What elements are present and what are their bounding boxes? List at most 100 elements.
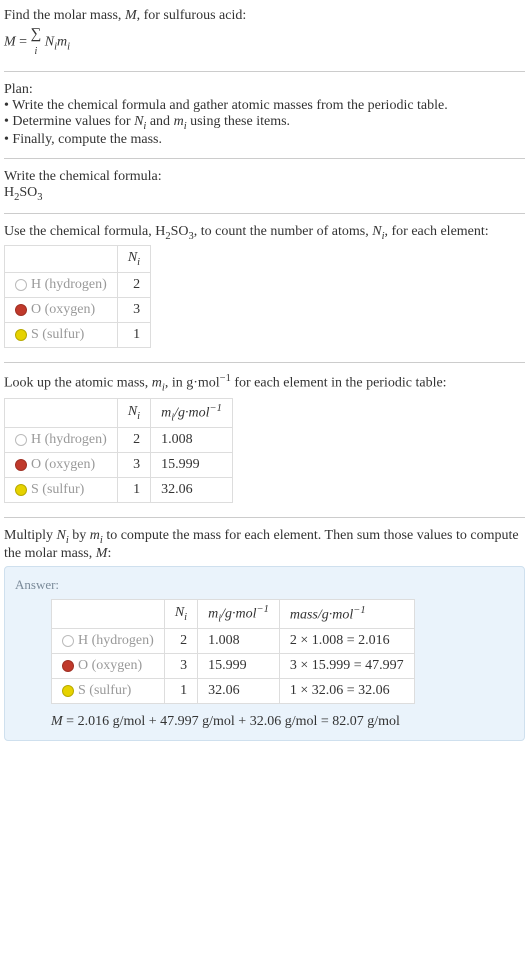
text: • Determine values for <box>4 114 134 129</box>
col-mass: mass/g·mol−1 <box>279 599 414 628</box>
mass-cell: 2 × 1.008 = 2.016 <box>279 629 414 654</box>
n-cell: 3 <box>164 654 197 679</box>
var-m: m <box>90 528 100 543</box>
t: −1 <box>210 403 222 414</box>
element-cell: O (oxygen) <box>5 453 118 478</box>
n-cell: 2 <box>117 273 150 298</box>
answer-inner: Ni mi/g·mol−1 mass/g·mol−1 H (hydrogen) … <box>15 599 514 730</box>
sigma-icon: ∑ <box>31 26 42 42</box>
sigma-sub: i <box>35 46 38 57</box>
formula-mi-sub: i <box>67 42 70 53</box>
formula-m: m <box>57 35 67 50</box>
col-m: mi/g·mol−1 <box>198 599 280 628</box>
formula-N: N <box>45 35 54 50</box>
table-header-row: Ni m i/g·mol−1 <box>5 398 233 427</box>
n-cell: 2 <box>117 428 150 453</box>
text: for each element in the periodic table: <box>231 376 447 391</box>
text: , in g·mol <box>165 376 220 391</box>
oxygen-swatch-icon <box>15 459 27 471</box>
element-label: H (hydrogen) <box>31 432 107 447</box>
hydrogen-swatch-icon <box>15 434 27 446</box>
element-label: S (sulfur) <box>31 327 84 342</box>
plan-bullet-1: • Write the chemical formula and gather … <box>4 98 525 114</box>
divider <box>4 71 525 72</box>
element-cell: H (hydrogen) <box>52 629 165 654</box>
t: N <box>175 605 184 620</box>
mass-cell: 1 × 32.06 = 32.06 <box>279 679 414 704</box>
t: N <box>128 250 137 265</box>
plan-heading: Plan: <box>4 82 525 98</box>
sulfur-swatch-icon <box>62 685 74 697</box>
table-row: H (hydrogen) 2 1.008 <box>5 428 233 453</box>
t: −1 <box>257 604 269 615</box>
multiply-section: Multiply Ni by mi to compute the mass fo… <box>4 524 525 745</box>
n-cell: 2 <box>164 629 197 654</box>
mass-text: Look up the atomic mass, mi, in g·mol−1 … <box>4 373 525 393</box>
col-N: Ni <box>117 246 150 273</box>
table-row: O (oxygen) 3 15.999 <box>5 453 233 478</box>
element-label: H (hydrogen) <box>78 633 154 648</box>
chem-heading: Write the chemical formula: <box>4 169 525 185</box>
oxygen-swatch-icon <box>62 660 74 672</box>
plan: Plan: • Write the chemical formula and g… <box>4 78 525 152</box>
table-row: S (sulfur) 1 32.06 1 × 32.06 = 32.06 <box>52 679 415 704</box>
hydrogen-swatch-icon <box>15 279 27 291</box>
n-cell: 1 <box>117 478 150 503</box>
answer-label: Answer: <box>15 577 514 593</box>
t: /g·mol <box>174 405 209 420</box>
var-M: M <box>51 714 63 729</box>
t: m <box>161 405 171 420</box>
var-m: m <box>152 376 162 391</box>
formula-eq: = <box>16 35 31 50</box>
t: i <box>137 411 140 422</box>
col-N: Ni <box>117 398 150 427</box>
final-text: = 2.016 g/mol + 47.997 g/mol + 32.06 g/m… <box>63 714 400 729</box>
chemical-formula: H2SO3 <box>4 185 525 203</box>
count-table: Ni H (hydrogen) 2 O (oxygen) 3 S (sulfur… <box>4 245 151 348</box>
element-cell: O (oxygen) <box>5 298 118 323</box>
element-label: O (oxygen) <box>78 658 142 673</box>
t: H <box>155 224 165 239</box>
table-row: S (sulfur) 1 <box>5 323 151 348</box>
divider <box>4 158 525 159</box>
mass-table: Ni m i/g·mol−1 H (hydrogen) 2 1.008 O (ox… <box>4 398 233 503</box>
divider <box>4 213 525 214</box>
table-header-row: Ni mi/g·mol−1 mass/g·mol−1 <box>52 599 415 628</box>
var-N: N <box>372 224 381 239</box>
molar-mass-formula: M = ∑i Nimi <box>4 26 525 59</box>
hydrogen-swatch-icon <box>62 635 74 647</box>
m-cell: 32.06 <box>198 679 280 704</box>
answer-table: Ni mi/g·mol−1 mass/g·mol−1 H (hydrogen) … <box>51 599 415 704</box>
var-M: M <box>96 546 108 561</box>
table-row: S (sulfur) 1 32.06 <box>5 478 233 503</box>
element-cell: H (hydrogen) <box>5 428 118 453</box>
count-text: Use the chemical formula, H2SO3, to coun… <box>4 224 525 242</box>
element-label: O (oxygen) <box>31 457 95 472</box>
chem-H: H <box>4 185 14 200</box>
table-row: O (oxygen) 3 <box>5 298 151 323</box>
divider <box>4 517 525 518</box>
sulfur-swatch-icon <box>15 329 27 341</box>
element-cell: O (oxygen) <box>52 654 165 679</box>
chem-O-sub: 3 <box>37 192 42 203</box>
plan-bullet-3: • Finally, compute the mass. <box>4 132 525 148</box>
sulfur-swatch-icon <box>15 484 27 496</box>
element-cell: H (hydrogen) <box>5 273 118 298</box>
oxygen-swatch-icon <box>15 304 27 316</box>
chemical-formula-section: Write the chemical formula: H2SO3 <box>4 165 525 207</box>
var-M: M <box>125 8 137 23</box>
text: using these items. <box>187 114 290 129</box>
mass-cell: 3 × 15.999 = 47.997 <box>279 654 414 679</box>
formula-inline: H2SO3 <box>155 224 194 239</box>
intro: Find the molar mass, M, for sulfurous ac… <box>4 4 525 65</box>
text: Use the chemical formula, <box>4 224 155 239</box>
t: −1 <box>353 605 365 616</box>
t: /g·mol <box>221 607 256 622</box>
n-cell: 3 <box>117 453 150 478</box>
final-result: M = 2.016 g/mol + 47.997 g/mol + 32.06 g… <box>51 714 514 730</box>
table-row: H (hydrogen) 2 <box>5 273 151 298</box>
col-blank <box>5 246 118 273</box>
intro-text: Find the molar mass, <box>4 8 125 23</box>
mass-section: Look up the atomic mass, mi, in g·mol−1 … <box>4 369 525 511</box>
t: i <box>137 257 140 268</box>
